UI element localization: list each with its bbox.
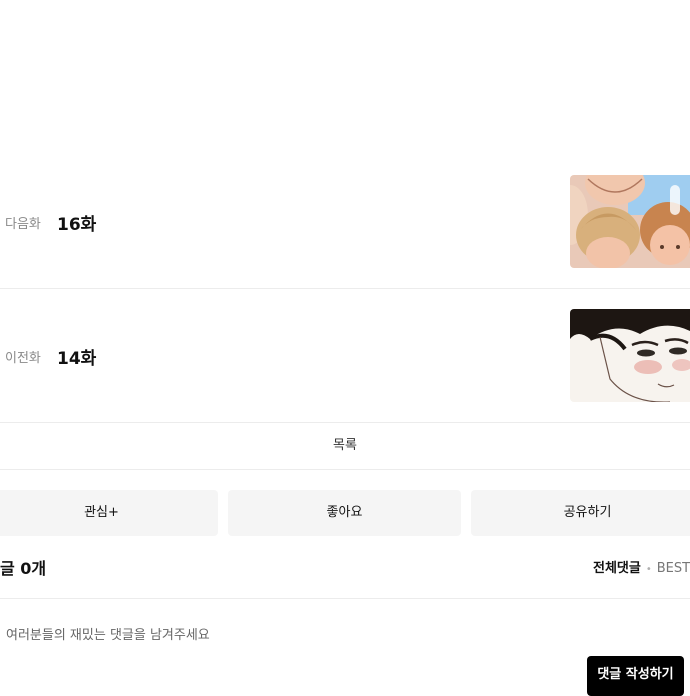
- comment-count-title: 글 0개: [0, 559, 47, 578]
- next-episode-row[interactable]: 다음화 16화: [0, 162, 690, 282]
- like-button[interactable]: 좋아요: [228, 490, 461, 536]
- prev-episode-kind-label: 이전화: [5, 351, 41, 366]
- comment-sort-tabs: 전체댓글 • BEST댓: [593, 557, 690, 576]
- next-episode-title: 16화: [57, 215, 97, 235]
- write-comment-button[interactable]: 댓글 작성하기: [587, 656, 684, 696]
- sort-separator: •: [645, 564, 652, 575]
- prev-episode-thumbnail[interactable]: [570, 309, 690, 402]
- sort-all-comments-tab[interactable]: 전체댓글: [593, 561, 641, 576]
- comment-divider: [0, 598, 690, 599]
- episode-list-link[interactable]: 목록: [0, 423, 690, 469]
- next-episode-kind-label: 다음화: [5, 217, 41, 232]
- share-button[interactable]: 공유하기: [471, 490, 690, 536]
- comment-input-placeholder[interactable]: 여러분들의 재밌는 댓글을 남겨주세요: [6, 624, 210, 643]
- interest-button[interactable]: 관심+: [0, 490, 218, 536]
- sort-best-comments-tab[interactable]: BEST댓: [657, 561, 690, 576]
- prev-episode-title: 14화: [57, 349, 97, 369]
- episode-divider: [0, 288, 690, 289]
- next-episode-thumbnail[interactable]: [570, 175, 690, 268]
- list-bottom-divider: [0, 469, 690, 470]
- prev-episode-row[interactable]: 이전화 14화: [0, 296, 690, 416]
